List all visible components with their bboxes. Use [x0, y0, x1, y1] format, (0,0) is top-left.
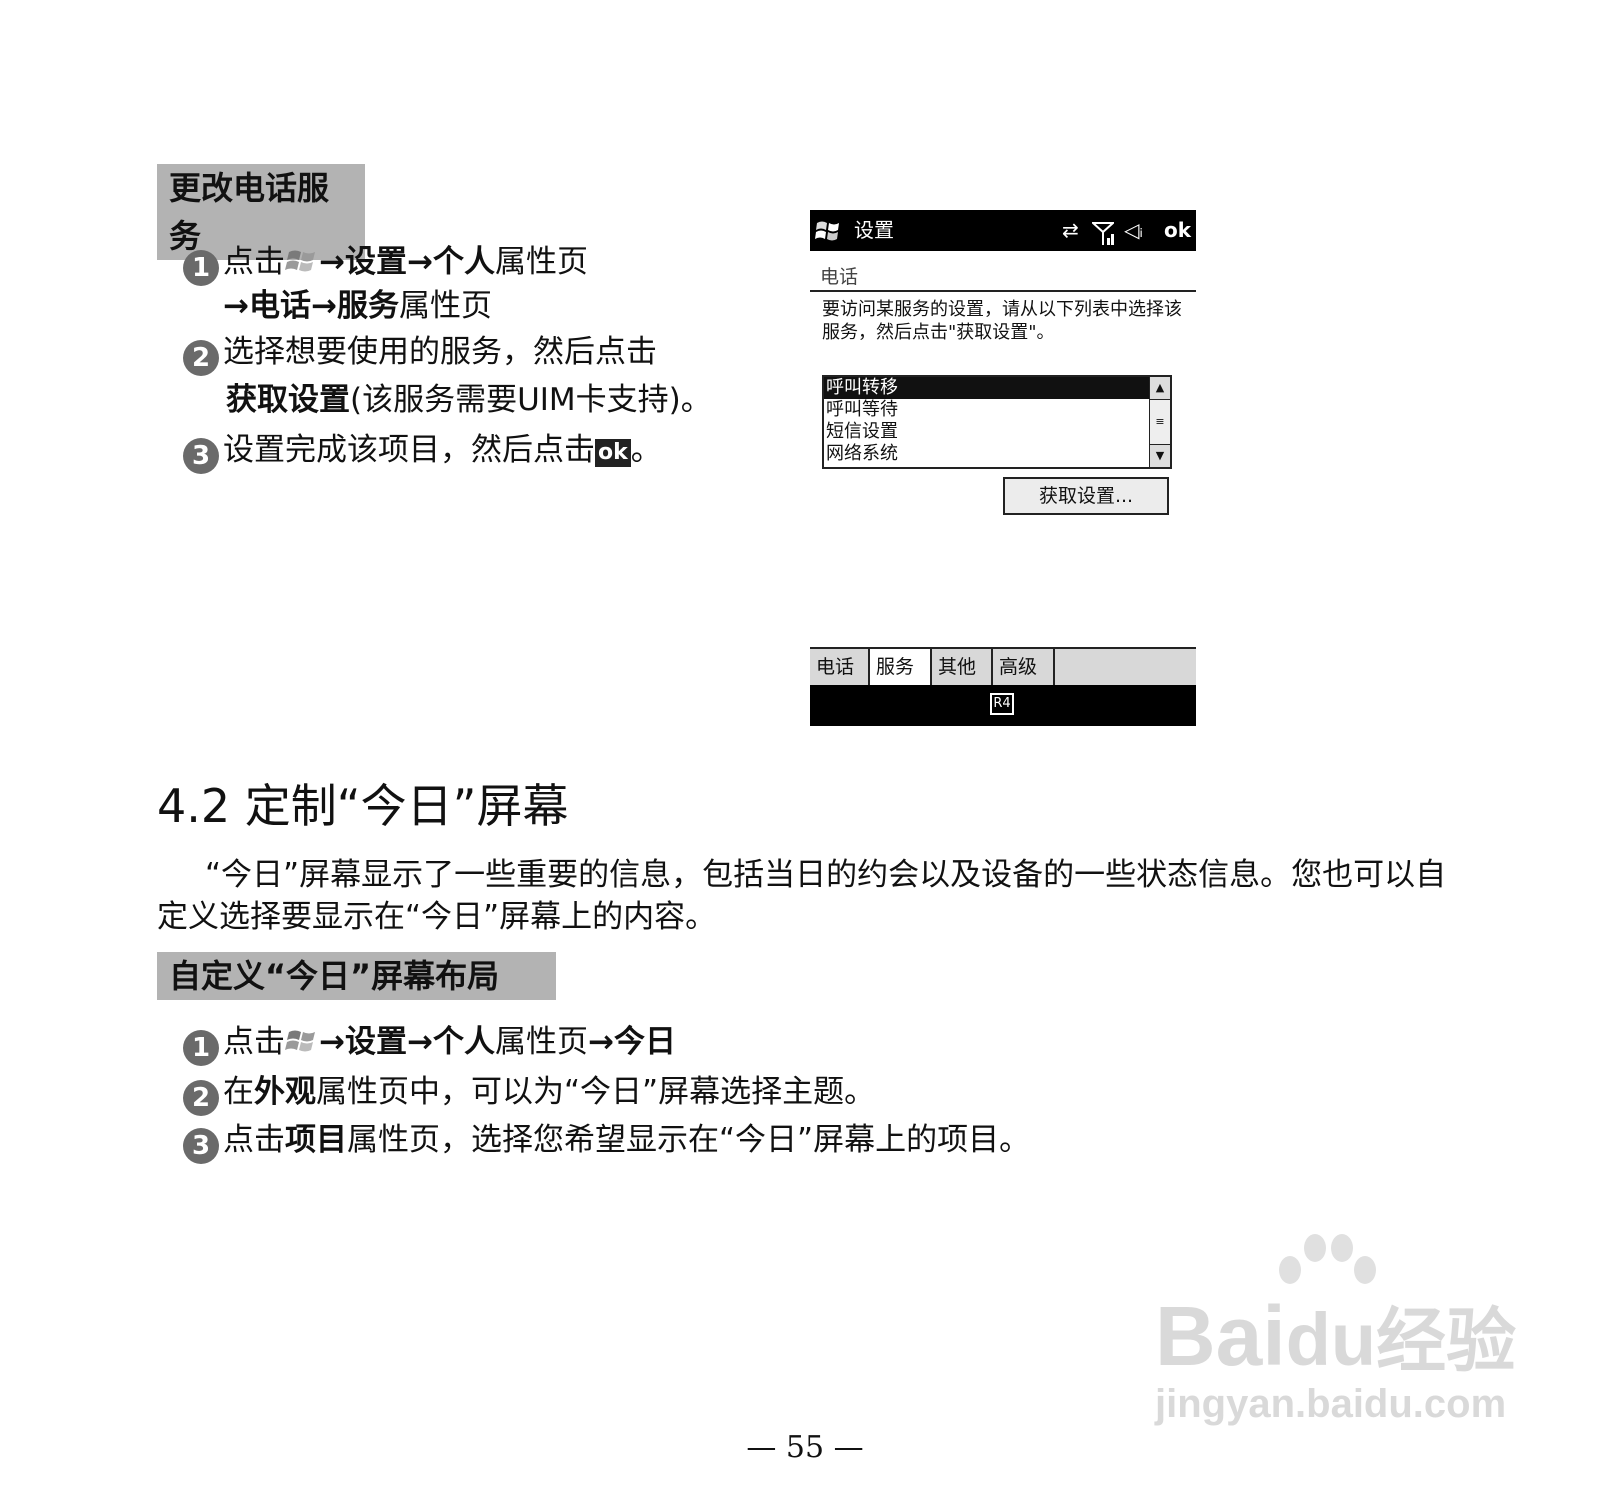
windows-start-icon	[285, 244, 319, 274]
watermark-cn: 经验	[1376, 1300, 1517, 1382]
arrow: →	[587, 1024, 614, 1060]
scroll-thumb[interactable]: ≡	[1150, 400, 1170, 445]
arrow: →	[223, 288, 249, 324]
bold-term-personal: 个人	[432, 244, 495, 280]
page-number: — 55 —	[746, 1430, 864, 1465]
step-number: 3	[183, 438, 219, 474]
ok-button[interactable]: ok	[1164, 210, 1191, 251]
step-1: 1 点击 →设置→个人属性页→今日	[183, 1020, 676, 1066]
get-settings-button[interactable]: 获取设置...	[1003, 477, 1169, 515]
step-number: 2	[183, 1080, 219, 1116]
step-text: 点击	[223, 1122, 285, 1158]
windows-start-icon	[285, 1024, 319, 1054]
step-2-continued: 获取设置(该服务需要UIM卡支持)。	[226, 378, 712, 422]
divider	[810, 290, 1196, 292]
step-text: 。	[630, 432, 662, 468]
step-text: 选择想要使用的服务，然后点击	[223, 334, 657, 370]
watermark-url: jingyan.baidu.com	[1155, 1382, 1507, 1426]
step-text: 在	[223, 1074, 254, 1110]
step-text: 属性页中，可以为“今日”屏幕选择主题。	[316, 1074, 876, 1110]
step-1-continued: →电话→服务属性页	[223, 284, 492, 328]
step-text: 设置完成该项目，然后点击	[223, 432, 595, 468]
bold-term-phone: 电话	[248, 288, 311, 324]
windows-start-icon[interactable]	[814, 217, 844, 258]
speaker-icon: ◁ᵢ	[1124, 218, 1143, 242]
step-text: 点击	[223, 244, 285, 280]
phone-instruction: 要访问某服务的设置，请从以下列表中选择该服务，然后点击"获取设置"。	[822, 299, 1182, 343]
step-text: 属性页，选择您希望显示在“今日”屏幕上的项目。	[347, 1122, 1031, 1158]
tab-advanced[interactable]: 高级	[993, 649, 1055, 685]
ok-icon: ok	[595, 439, 631, 467]
signal-icon	[1090, 219, 1116, 260]
bold-term-settings: 设置	[344, 244, 407, 280]
section-label-customize-today-layout: 自定义“今日”屏幕布局	[157, 952, 556, 1000]
arrow: →	[310, 288, 337, 324]
list-item[interactable]: 网络系统	[824, 443, 1152, 465]
step-2: 2 选择想要使用的服务，然后点击	[183, 330, 657, 376]
step-1: 1 点击 →设置→个人属性页	[183, 240, 588, 286]
arrow: →	[406, 244, 433, 280]
list-item[interactable]: 呼叫转移	[824, 377, 1152, 399]
step-text: 属性页	[398, 288, 492, 324]
step-number: 2	[183, 340, 219, 376]
bold-term-services: 服务	[336, 288, 399, 324]
keyboard-icon[interactable]: R4	[990, 693, 1014, 715]
sync-icon: ⇄	[1062, 218, 1079, 242]
phone-screenshot: 设置 ⇄ ◁ᵢ ok 电话 要访问某服务的设置，请从以下列表中选择该服务，然后点…	[810, 210, 1196, 728]
bold-term-items: 项目	[285, 1122, 347, 1158]
scroll-down-icon[interactable]: ▼	[1150, 445, 1170, 467]
bold-term-today: 今日	[613, 1024, 676, 1060]
phone-tab-bar: 电话 服务 其他 高级	[810, 647, 1196, 685]
arrow: →	[406, 1024, 433, 1060]
phone-page-subtitle: 电话	[820, 266, 859, 288]
tab-other[interactable]: 其他	[932, 649, 993, 685]
section-heading-4-2: 4.2 定制“今日”屏幕	[157, 779, 569, 833]
bold-term-get-settings: 获取设置	[226, 382, 350, 418]
step-3: 3 点击项目属性页，选择您希望显示在“今日”屏幕上的项目。	[183, 1118, 1030, 1164]
scrollbar[interactable]: ▲ ≡ ▼	[1149, 377, 1170, 467]
arrow: →	[319, 1024, 345, 1060]
bold-term-personal: 个人	[432, 1024, 495, 1060]
section-paragraph: “今日”屏幕显示了一些重要的信息，包括当日的约会以及设备的一些状态信息。您也可以…	[157, 857, 1447, 935]
tab-phone[interactable]: 电话	[810, 649, 870, 685]
watermark-brand-2: du	[1285, 1298, 1377, 1381]
step-number: 3	[183, 1128, 219, 1164]
list-item[interactable]: 短信设置	[824, 421, 1152, 443]
phone-title-bar: 设置 ⇄ ◁ᵢ ok	[810, 210, 1196, 251]
tab-services[interactable]: 服务	[870, 649, 932, 685]
bold-term-settings: 设置	[344, 1024, 407, 1060]
phone-bottom-bar: R4	[810, 685, 1196, 726]
step-text: 属性页	[494, 244, 588, 280]
bold-term-appearance: 外观	[254, 1074, 316, 1110]
service-listbox[interactable]: 呼叫转移 呼叫等待 短信设置 网络系统 ▲ ≡ ▼	[822, 375, 1172, 469]
watermark-brand: Bai	[1155, 1289, 1286, 1383]
step-text: (该服务需要UIM卡支持)。	[350, 382, 712, 418]
paw-icon	[1279, 1234, 1376, 1284]
arrow: →	[319, 244, 345, 280]
step-number: 1	[183, 1030, 219, 1066]
scroll-up-icon[interactable]: ▲	[1150, 377, 1170, 400]
step-number: 1	[183, 250, 219, 286]
step-2: 2 在外观属性页中，可以为“今日”屏幕选择主题。	[183, 1070, 875, 1116]
step-text: 点击	[223, 1024, 285, 1060]
phone-title: 设置	[854, 218, 894, 242]
baidu-jingyan-watermark: Baidu经验 jingyan.baidu.com	[1155, 1234, 1517, 1427]
step-text: 属性页	[494, 1024, 588, 1060]
list-item[interactable]: 呼叫等待	[824, 399, 1152, 421]
step-3: 3 设置完成该项目，然后点击 ok。	[183, 428, 662, 474]
